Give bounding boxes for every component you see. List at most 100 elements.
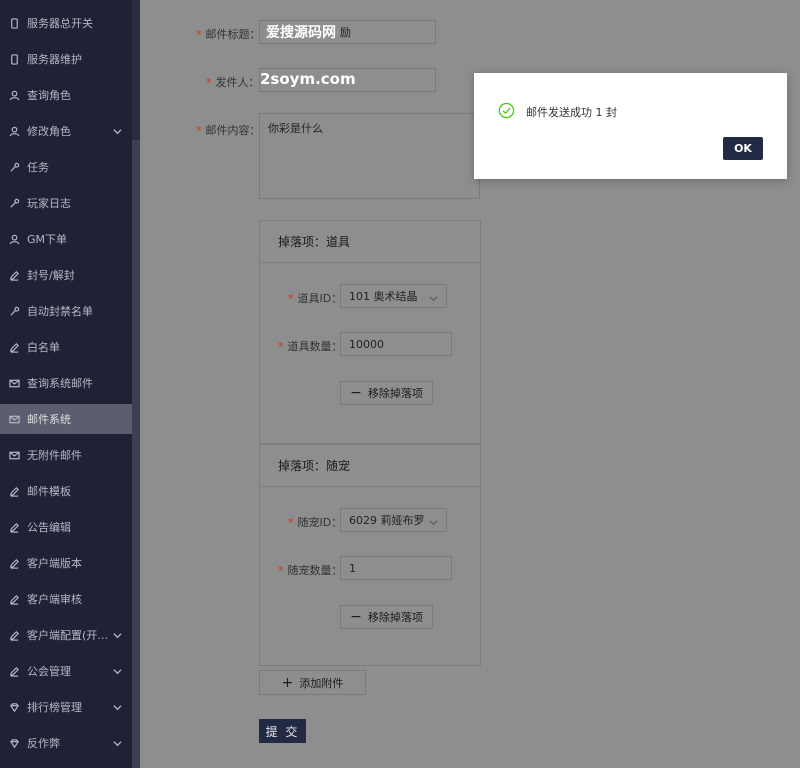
watermark-line1: 爱搜源码网 — [266, 25, 336, 41]
remove-drop-button[interactable]: − 移除掉落项 — [340, 381, 433, 405]
wrench-icon — [8, 197, 20, 209]
user-icon — [8, 89, 20, 101]
chevron-down-icon — [113, 630, 122, 639]
sidebar-item[interactable]: 封号/解封 — [0, 260, 132, 290]
sidebar-item[interactable]: 服务器维护 — [0, 44, 132, 74]
sidebar-item[interactable]: 客户端版本 — [0, 548, 132, 578]
sidebar-item-label: 修改角色 — [27, 125, 71, 138]
item-qty-input[interactable]: 10000 — [340, 332, 452, 356]
phone-icon — [8, 17, 20, 29]
edit-icon — [8, 665, 20, 677]
content-label: * 邮件内容： — [196, 124, 261, 137]
success-dialog: 邮件发送成功 1 封 OK — [474, 73, 787, 179]
minus-icon: − — [350, 609, 362, 625]
edit-icon — [8, 485, 20, 497]
check-circle-icon — [498, 102, 515, 119]
sidebar-item-label: 客户端版本 — [27, 557, 82, 570]
watermark-line2: 2soym.com — [260, 70, 356, 88]
sidebar-item[interactable]: 查询系统邮件 — [0, 368, 132, 398]
sidebar-item[interactable]: 公告编辑 — [0, 512, 132, 542]
sidebar-item[interactable]: 邮件系统 — [0, 404, 132, 434]
wrench-icon — [8, 305, 20, 317]
sidebar-item[interactable]: 客户端审核 — [0, 584, 132, 614]
drop-panel-title: 掉落项：道具 — [260, 221, 480, 263]
sidebar-item[interactable]: 公会管理 — [0, 656, 132, 686]
sidebar-item-label: 公会管理 — [27, 665, 71, 678]
chevron-down-icon — [113, 666, 122, 675]
edit-icon — [8, 269, 20, 281]
pet-id-select[interactable]: 6029 莉娅布罗 — [340, 508, 447, 532]
submit-button[interactable]: 提 交 — [259, 719, 306, 743]
phone-icon — [8, 53, 20, 65]
sidebar-item-label: 服务器总开关 — [27, 17, 93, 30]
user-icon — [8, 125, 20, 137]
sidebar-item-label: GM下单 — [27, 233, 68, 246]
subject-label: * 邮件标题： — [196, 28, 261, 41]
minus-icon: − — [350, 385, 362, 401]
dialog-message: 邮件发送成功 1 封 — [526, 106, 617, 119]
sidebar-item-label: 反作弊 — [27, 737, 60, 750]
edit-icon — [8, 557, 20, 569]
item-qty-label: * 道具数量： — [278, 340, 343, 353]
content-textarea[interactable]: 你彩是什么 — [259, 113, 480, 199]
sidebar-item-label: 邮件系统 — [27, 413, 71, 426]
edit-icon — [8, 341, 20, 353]
pet-qty-input[interactable]: 1 — [340, 556, 452, 580]
edit-icon — [8, 629, 20, 641]
plus-icon: + — [281, 674, 294, 691]
sidebar-item-label: 公告编辑 — [27, 521, 71, 534]
sender-label: * 发件人： — [206, 76, 260, 89]
sidebar-item-label: 自动封禁名单 — [27, 305, 93, 318]
sidebar-item[interactable]: 任务 — [0, 152, 132, 182]
chevron-down-icon — [113, 738, 122, 747]
edit-icon — [8, 593, 20, 605]
chevron-down-icon — [113, 702, 122, 711]
sidebar-item[interactable]: GM下单 — [0, 224, 132, 254]
remove-drop-button[interactable]: − 移除掉落项 — [340, 605, 433, 629]
sidebar-item-label: 客户端配置(开… — [27, 629, 109, 642]
sidebar-item[interactable]: 反作弊 — [0, 728, 132, 758]
drop-panel-title: 掉落项：随宠 — [260, 445, 480, 487]
edit-icon — [8, 521, 20, 533]
sidebar-item-label: 排行榜管理 — [27, 701, 82, 714]
diamond-icon — [8, 737, 20, 749]
sidebar-item-label: 玩家日志 — [27, 197, 71, 210]
sidebar-item[interactable]: 服务器总开关 — [0, 8, 132, 38]
chevron-down-icon — [429, 517, 438, 526]
pet-id-label: * 随宠ID： — [288, 516, 343, 529]
sidebar-item-label: 查询系统邮件 — [27, 377, 93, 390]
sidebar: 服务器总开关 服务器维护查询角色修改角色任务玩家日志 GM下单封号/解封自动封禁名单… — [0, 0, 140, 768]
sidebar-item[interactable]: 查询角色 — [0, 80, 132, 110]
sidebar-item[interactable]: 客户端配置(开… — [0, 620, 132, 650]
sidebar-item-label: 客户端审核 — [27, 593, 82, 606]
mail-icon — [8, 413, 20, 425]
diamond-icon — [8, 701, 20, 713]
sidebar-item-label: 白名单 — [27, 341, 60, 354]
add-attachment-button[interactable]: + 添加附件 — [259, 670, 366, 695]
drop-panel-pet: 掉落项：随宠 * 随宠ID： 6029 莉娅布罗 * 随宠数量： 1 − 移除掉落项 — [259, 444, 481, 666]
sidebar-item[interactable]: 玩家日志 — [0, 188, 132, 218]
sidebar-item[interactable]: 白名单 — [0, 332, 132, 362]
mail-icon — [8, 377, 20, 389]
sidebar-item[interactable]: 无附件邮件 — [0, 440, 132, 470]
item-id-label: * 道具ID： — [288, 292, 343, 305]
drop-panel-item: 掉落项：道具 * 道具ID： 101 奥术结晶 * 道具数量： 10000 − 移除掉… — [259, 220, 481, 444]
sidebar-item-label: 服务器维护 — [27, 53, 82, 66]
sidebar-item[interactable]: 邮件模板 — [0, 476, 132, 506]
chevron-down-icon — [113, 126, 122, 135]
sidebar-item-label: 封号/解封 — [27, 269, 75, 282]
sidebar-item-label: 无附件邮件 — [27, 449, 82, 462]
sidebar-scroll-thumb[interactable] — [132, 140, 140, 768]
item-id-select[interactable]: 101 奥术结晶 — [340, 284, 447, 308]
sidebar-item[interactable]: 自动封禁名单 — [0, 296, 132, 326]
sidebar-item[interactable]: 排行榜管理 — [0, 692, 132, 722]
sidebar-item[interactable]: 修改角色 — [0, 116, 132, 146]
chevron-down-icon — [429, 293, 438, 302]
sidebar-item-label: 任务 — [27, 161, 49, 174]
pet-qty-label: * 随宠数量： — [278, 564, 343, 577]
wrench-icon — [8, 161, 20, 173]
user-icon — [8, 233, 20, 245]
mail-icon — [8, 449, 20, 461]
sidebar-item-label: 查询角色 — [27, 89, 71, 102]
ok-button[interactable]: OK — [723, 137, 763, 160]
